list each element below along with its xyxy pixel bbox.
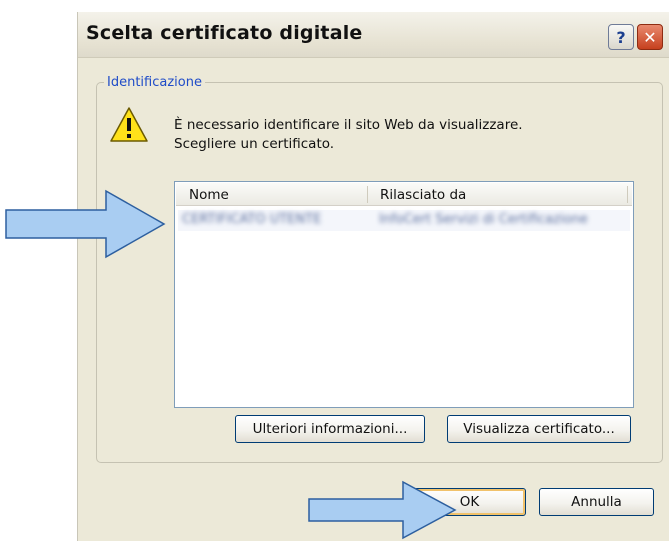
group-legend: Identificazione <box>104 75 205 90</box>
title-bar[interactable]: Scelta certificato digitale ? ✕ <box>78 12 669 58</box>
list-header: Nome Rilasciato da <box>176 183 632 206</box>
certificate-dialog: Scelta certificato digitale ? ✕ Identifi… <box>77 12 669 541</box>
close-icon: ✕ <box>643 27 657 47</box>
warning-icon <box>110 107 148 142</box>
ok-button[interactable]: OK <box>413 488 526 516</box>
cancel-button[interactable]: Annulla <box>539 488 654 516</box>
column-header-name[interactable]: Nome <box>189 187 229 203</box>
dialog-title: Scelta certificato digitale <box>86 22 363 44</box>
certificate-name-cell: CERTIFICATO UTENTE <box>182 212 322 227</box>
message-line-1: È necessario identificare il sito Web da… <box>174 117 523 133</box>
column-divider[interactable] <box>627 186 628 203</box>
view-certificate-button[interactable]: Visualizza certificato... <box>447 415 631 443</box>
message-line-2: Scegliere un certificato. <box>174 136 335 152</box>
column-header-issuer[interactable]: Rilasciato da <box>380 187 466 203</box>
certificate-issuer-cell: InfoCert Servizi di Certificazione <box>379 212 588 227</box>
instruction-text: È necessario identificare il sito Web da… <box>174 116 523 154</box>
help-button[interactable]: ? <box>608 24 634 50</box>
help-icon: ? <box>616 27 626 47</box>
certificate-list[interactable]: Nome Rilasciato da CERTIFICATO UTENTE In… <box>174 181 634 408</box>
close-button[interactable]: ✕ <box>637 24 663 50</box>
column-divider[interactable] <box>367 186 368 203</box>
more-info-button[interactable]: Ulteriori informazioni... <box>235 415 425 443</box>
